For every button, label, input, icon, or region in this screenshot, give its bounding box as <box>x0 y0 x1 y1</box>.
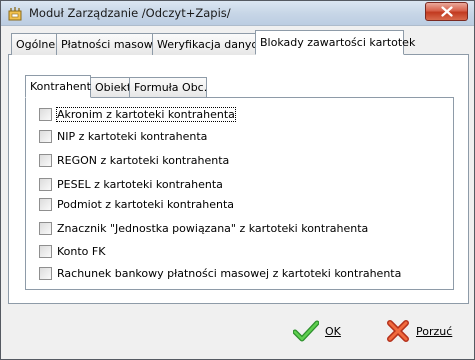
checkbox-label: REGON z kartoteki kontrahenta <box>57 153 230 167</box>
checkbox-box[interactable] <box>39 197 52 211</box>
window-title: Moduł Zarządzanie /Odczyt+Zapis/ <box>29 6 231 20</box>
dialog-window: Moduł Zarządzanie /Odczyt+Zapis/ Ogólne … <box>0 0 475 360</box>
checkbox-akronim[interactable]: Akronim z kartoteki kontrahenta <box>39 106 236 122</box>
ok-label: OK <box>325 324 341 338</box>
cancel-button[interactable]: Porzuć <box>386 317 452 345</box>
checkbox-regon[interactable]: REGON z kartoteki kontrahenta <box>39 152 229 168</box>
checkbox-box[interactable] <box>39 129 52 143</box>
close-icon <box>440 6 453 17</box>
checkbox-pesel[interactable]: PESEL z kartoteki kontrahenta <box>39 176 223 192</box>
title-bar[interactable]: Moduł Zarządzanie /Odczyt+Zapis/ <box>1 1 474 26</box>
checkbox-nip[interactable]: NIP z kartoteki kontrahenta <box>39 128 207 144</box>
app-icon <box>7 6 23 22</box>
checkbox-podmiot[interactable]: Podmiot z kartoteki kontrahenta <box>39 196 234 212</box>
tab-weryfikacja-danych[interactable]: Weryfikacja danych <box>152 33 264 55</box>
checkmark-icon <box>293 320 319 342</box>
checkbox-box[interactable] <box>39 244 52 258</box>
tab-blokady-zawartosci-kartotek[interactable]: Blokady zawartości kartotek <box>255 30 415 55</box>
ok-button[interactable]: OK <box>293 317 341 345</box>
tab-label: Blokady zawartości kartotek <box>260 36 416 49</box>
tab-label: Płatności masowe <box>61 38 160 51</box>
checkbox-box[interactable] <box>39 153 52 167</box>
checkbox-box[interactable] <box>39 107 52 121</box>
tab-label: Ogólne <box>16 38 56 51</box>
checkbox-label: NIP z kartoteki kontrahenta <box>57 129 208 143</box>
checkbox-label: PESEL z kartoteki kontrahenta <box>57 177 223 191</box>
inner-tab-kontrahent[interactable]: Kontrahent <box>25 75 91 98</box>
tab-platnosci-masowe[interactable]: Płatności masowe <box>56 33 160 55</box>
cancel-label: Porzuć <box>416 324 453 338</box>
inner-tab-label: Obiekt <box>95 81 132 94</box>
inner-tab-label: Formuła Obc. <box>134 81 208 94</box>
checkbox-label: Podmiot z kartoteki kontrahenta <box>57 197 235 211</box>
tab-label: Weryfikacja danych <box>157 38 265 51</box>
inner-tab-obiekt[interactable]: Obiekt <box>90 77 132 97</box>
checkbox-box[interactable] <box>39 177 52 191</box>
checkbox-label: Rachunek bankowy płatności masowej z kar… <box>57 266 402 280</box>
inner-tab-panel <box>25 97 454 290</box>
tab-ogolne[interactable]: Ogólne <box>11 33 57 55</box>
checkbox-box[interactable] <box>39 266 52 280</box>
cross-icon <box>387 320 409 342</box>
inner-tab-label: Kontrahent <box>30 80 91 93</box>
checkbox-box[interactable] <box>39 221 52 235</box>
checkbox-rachunek-bankowy[interactable]: Rachunek bankowy płatności masowej z kar… <box>39 265 401 281</box>
checkbox-label: Znacznik "Jednostka powiązana" z kartote… <box>57 221 369 235</box>
checkbox-jednostka-powiazana[interactable]: Znacznik "Jednostka powiązana" z kartote… <box>39 220 368 236</box>
checkbox-konto-fk[interactable]: Konto FK <box>39 243 105 259</box>
close-button[interactable] <box>425 2 468 21</box>
inner-tab-formula-obc[interactable]: Formuła Obc. <box>129 77 207 97</box>
checkbox-label: Konto FK <box>57 244 106 258</box>
checkbox-label: Akronim z kartoteki kontrahenta <box>56 106 236 122</box>
